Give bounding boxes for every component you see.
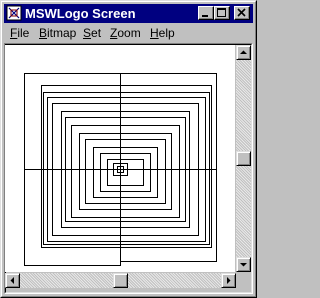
scroll-up-button[interactable] — [236, 45, 251, 60]
menu-zoom[interactable]: Zoom — [110, 26, 141, 41]
vertical-scrollbar[interactable] — [236, 45, 251, 272]
menu-help-rest: elp — [158, 26, 175, 40]
horizontal-scrollbar[interactable] — [5, 273, 236, 288]
arrow-up-icon — [240, 50, 247, 54]
scroll-left-button[interactable] — [5, 273, 20, 288]
window-title: MSWLogo Screen — [25, 6, 136, 21]
menu-help[interactable]: Help — [150, 26, 175, 41]
menu-bitmap-accel: B — [39, 26, 48, 40]
logo-drawing — [24, 73, 217, 266]
nested-square-10 — [93, 147, 158, 198]
maximize-icon — [217, 8, 226, 17]
horizontal-scroll-thumb[interactable] — [113, 273, 128, 288]
menu-file-rest: ile — [17, 26, 30, 40]
scroll-right-button[interactable] — [221, 273, 236, 288]
menu-bitmap[interactable]: Bitmap — [39, 26, 76, 41]
scroll-down-button[interactable] — [236, 257, 251, 272]
maximize-button[interactable] — [214, 6, 230, 20]
arrow-right-icon — [227, 277, 231, 284]
menu-bar: File Bitmap Set Zoom Help — [4, 24, 253, 42]
minimize-icon — [202, 15, 208, 17]
vertical-scroll-thumb[interactable] — [236, 151, 251, 166]
outer-square-top-right — [120, 73, 217, 170]
menu-set-rest: et — [91, 26, 102, 40]
menu-file[interactable]: File — [10, 26, 29, 41]
menu-set[interactable]: Set — [83, 26, 101, 41]
minimize-button[interactable] — [198, 6, 214, 20]
menu-help-accel: H — [150, 26, 159, 40]
menu-bitmap-rest: itmap — [47, 26, 77, 40]
outer-square-top-left — [24, 73, 121, 170]
mswlogo-window: MSWLogo Screen File Bitmap Set Zoom Help — [0, 0, 257, 298]
close-button[interactable] — [234, 6, 250, 20]
size-grip[interactable] — [236, 273, 251, 288]
arrow-left-icon — [10, 277, 14, 284]
app-icon[interactable] — [6, 5, 22, 21]
menu-set-accel: S — [83, 26, 92, 40]
close-icon — [237, 8, 246, 17]
title-bar[interactable]: MSWLogo Screen — [4, 4, 253, 23]
arrow-down-icon — [240, 263, 247, 267]
menu-zoom-rest: oom — [117, 26, 141, 40]
drawing-canvas[interactable] — [5, 45, 235, 272]
nested-square-9 — [85, 139, 166, 204]
